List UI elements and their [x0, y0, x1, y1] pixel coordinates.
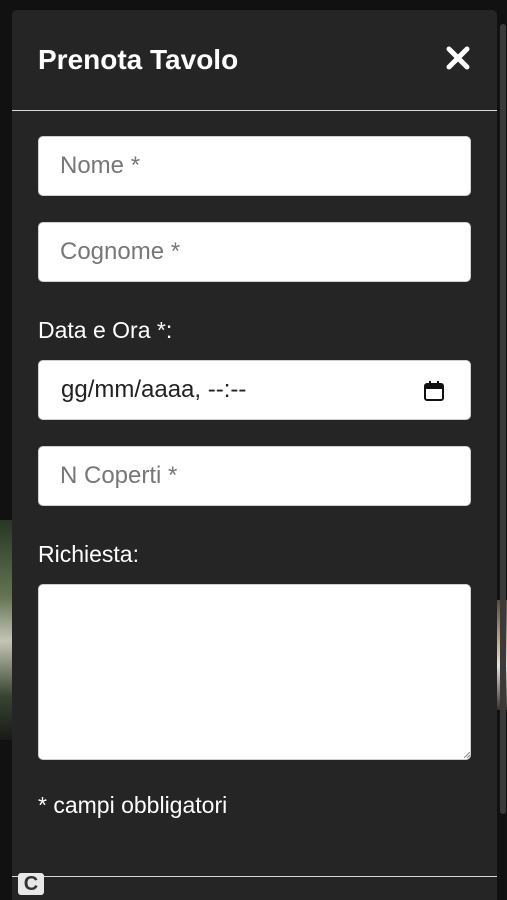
richiesta-textarea[interactable]	[38, 584, 471, 760]
modal-header: Prenota Tavolo	[12, 10, 497, 111]
close-button[interactable]	[444, 44, 472, 72]
booking-modal: Prenota Tavolo Data e Ora *: gg/mm/aaaa,…	[12, 10, 506, 900]
cognome-input[interactable]	[38, 222, 471, 282]
richiesta-label: Richiesta:	[38, 541, 139, 567]
modal-footer-divider	[12, 876, 497, 877]
datetime-input[interactable]: gg/mm/aaaa, --:--	[38, 360, 471, 420]
resize-grip-icon[interactable]	[464, 752, 470, 758]
modal-title: Prenota Tavolo	[38, 44, 239, 75]
c-badge[interactable]: C	[18, 873, 44, 895]
datetime-label: Data e Ora *:	[38, 317, 173, 343]
close-icon	[446, 46, 470, 70]
calendar-icon[interactable]	[423, 380, 445, 402]
scrollbar[interactable]	[500, 24, 506, 814]
coperti-input[interactable]	[38, 446, 471, 506]
required-note: * campi obbligatori	[38, 792, 228, 818]
nome-input[interactable]	[38, 136, 471, 196]
datetime-value: gg/mm/aaaa, --:--	[61, 376, 247, 403]
